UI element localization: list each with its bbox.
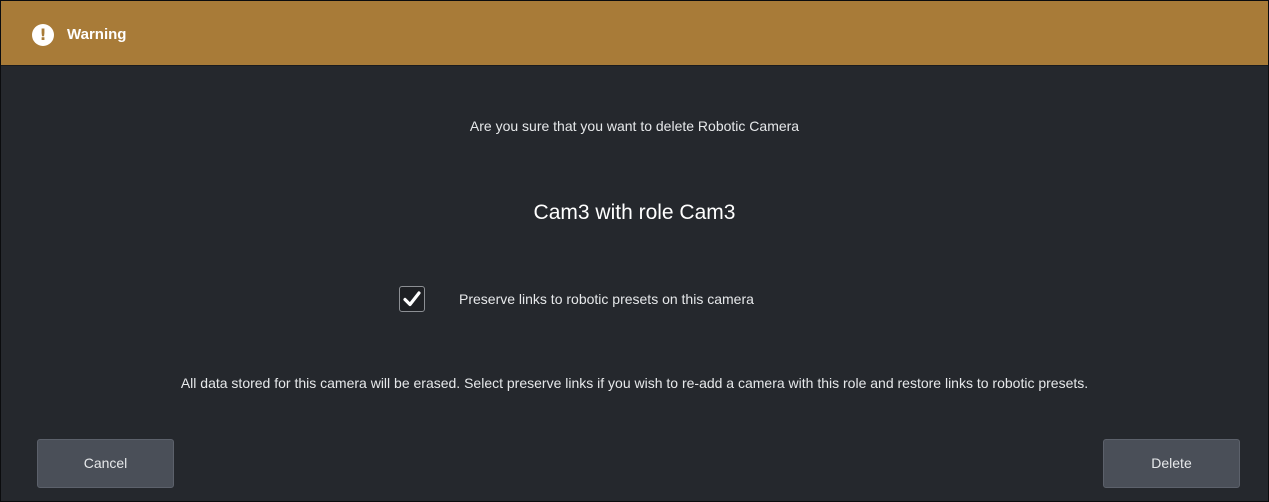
confirmation-question: Are you sure that you want to delete Rob… — [469, 118, 800, 134]
preserve-links-label[interactable]: Preserve links to robotic presets on thi… — [459, 290, 754, 308]
erase-warning-note: All data stored for this camera will be … — [180, 375, 1089, 391]
delete-camera-dialog: ! Warning Are you sure that you want to … — [0, 0, 1269, 502]
delete-button[interactable]: Delete — [1103, 439, 1240, 488]
exclamation-icon: ! — [32, 24, 54, 46]
cancel-button[interactable]: Cancel — [37, 439, 174, 488]
dialog-title: Warning — [67, 26, 127, 43]
checkmark-icon — [403, 291, 421, 307]
camera-role-heading: Cam3 with role Cam3 — [533, 201, 736, 224]
dialog-titlebar: ! Warning — [1, 1, 1268, 66]
preserve-links-checkbox[interactable] — [399, 286, 425, 312]
